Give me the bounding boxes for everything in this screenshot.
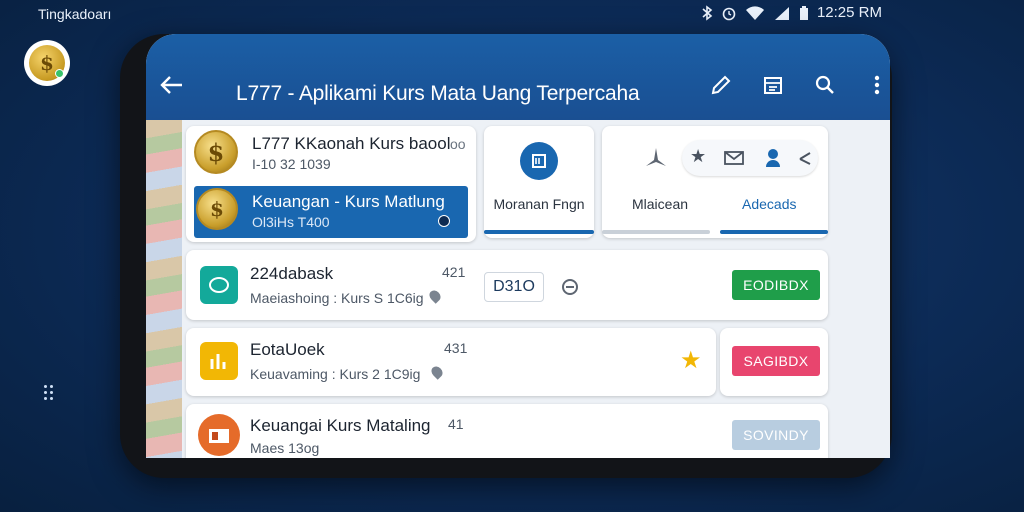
list-item-meta: 421	[442, 264, 466, 280]
highlight-title: Keuangan - Kurs Matlung	[252, 192, 445, 211]
banknote-image	[146, 120, 182, 458]
avatar[interactable]: $	[24, 40, 70, 86]
user-icon[interactable]	[764, 147, 782, 169]
list-item-code: D31O	[484, 272, 544, 302]
document-icon	[520, 142, 558, 180]
list-item-button[interactable]: EODIBDX	[732, 270, 820, 300]
app-bar: L777 - Aplikami Kurs Mata Uang Terpercah…	[146, 34, 890, 120]
online-dot	[55, 69, 64, 78]
tab-left-label: Moranan Fngn	[493, 196, 585, 212]
list-item-meta: 41	[448, 416, 464, 432]
featured-subtitle: I-10 32 1039	[252, 156, 331, 172]
featured-highlight[interactable]: $ Keuangan - Kurs Matlung Ol3iHs T400	[194, 186, 468, 238]
list-item-button[interactable]: SAGIBDX	[732, 346, 820, 376]
swap-icon[interactable]	[560, 278, 580, 296]
compass-icon	[646, 148, 666, 166]
list-item-meta: 431	[444, 340, 468, 356]
list-item-action-card: SAGIBDX	[720, 328, 828, 396]
featured-title-trail: oo	[450, 136, 466, 152]
tab-right-item-0[interactable]: Mlaicean	[632, 196, 688, 212]
coin-icon: $	[194, 130, 238, 174]
tab-right-item-1[interactable]: Adecads	[742, 196, 796, 212]
bluetooth-icon	[702, 4, 713, 21]
tab-card-left[interactable]: Moranan Fngn	[484, 126, 594, 238]
tab-left-indicator	[484, 230, 594, 234]
star-icon[interactable]: ★	[690, 146, 706, 167]
calendar-icon[interactable]	[758, 70, 788, 100]
list-item[interactable]: 224dabask Maeiashoing : Kurs S 1C6ig 421…	[186, 250, 828, 320]
wifi-icon	[745, 5, 764, 20]
tab-right-indicator-right	[720, 230, 828, 234]
list-item-title: EotaUoek	[250, 340, 325, 359]
more-icon[interactable]	[862, 70, 890, 100]
search-icon[interactable]	[810, 70, 840, 100]
list-item[interactable]: EotaUoek Keuavaming : Kurs 2 1C9ig 431 ★	[186, 328, 716, 396]
exchange-app-icon	[200, 266, 238, 304]
list-item-title: Keuangai Kurs Mataling	[250, 416, 431, 435]
edit-icon[interactable]	[706, 70, 736, 100]
featured-card[interactable]: $ L777 KKaonah Kurs baool oo I-10 32 103…	[186, 126, 476, 242]
list-item-subtitle: Maes 13og	[250, 440, 320, 456]
list-item-subtitle: Maeiashoing : Kurs S 1C6ig	[250, 290, 424, 306]
status-carrier-text: Tingkadoarı	[38, 6, 112, 22]
app-screen: L777 - Aplikami Kurs Mata Uang Terpercah…	[146, 34, 890, 458]
list-item-subtitle: Keuavaming : Kurs 2 1C9ig	[250, 366, 421, 382]
mail-icon[interactable]	[724, 151, 744, 165]
verified-icon	[438, 215, 450, 227]
list-item[interactable]: Keuangai Kurs Mataling Maes 13og 41 SOVI…	[186, 404, 828, 458]
location-pin-icon	[427, 288, 443, 304]
list-item-button[interactable]: SOVINDY	[732, 420, 820, 450]
page-title: L777 - Aplikami Kurs Mata Uang Terpercah…	[236, 82, 640, 105]
tab-right-indicator-left	[602, 230, 710, 234]
share-icon[interactable]	[798, 151, 812, 165]
status-time: 12:25 RM	[816, 4, 882, 21]
location-pin-icon	[429, 364, 445, 380]
highlight-subtitle: Ol3iHs T400	[252, 214, 330, 230]
wallet-app-icon	[198, 414, 240, 456]
app-bar-actions	[706, 70, 890, 100]
tab-card-right: ★ Mlaicean Adecads	[602, 126, 828, 238]
alarm-icon	[722, 7, 736, 20]
back-arrow-icon[interactable]	[158, 74, 184, 101]
status-icons: 12:25 RM	[701, 4, 882, 21]
coin-stack-icon: $	[196, 188, 238, 230]
status-bar: Tingkadoarı 12:25 RM	[0, 0, 1024, 30]
star-icon[interactable]: ★	[680, 346, 702, 375]
quick-actions: ★	[682, 140, 818, 176]
list-item-title: 224dabask	[250, 264, 334, 283]
signal-icon	[774, 6, 789, 20]
chart-app-icon	[200, 342, 238, 380]
featured-title: L777 KKaonah Kurs baool	[252, 134, 451, 153]
battery-icon	[799, 5, 808, 20]
drag-handle-icon[interactable]	[44, 385, 54, 400]
